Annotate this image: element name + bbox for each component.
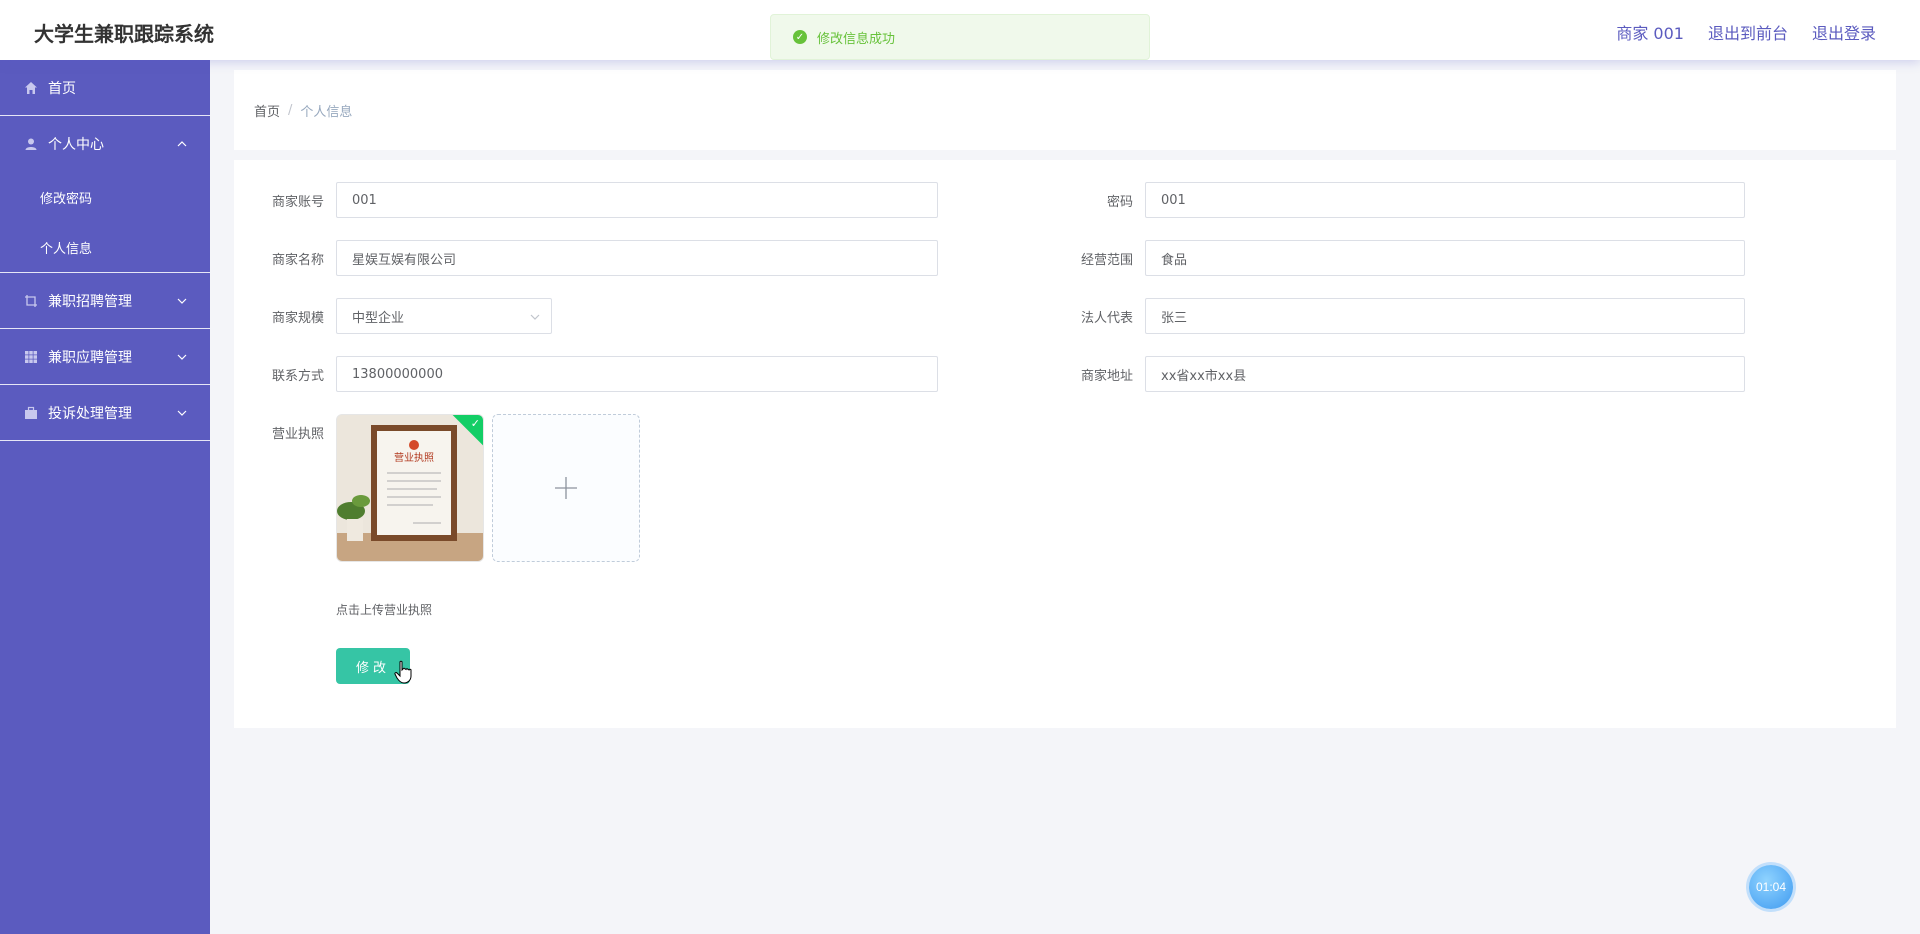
sidebar-item-label: 兼职招聘管理 xyxy=(48,293,132,310)
sidebar-item-label: 投诉处理管理 xyxy=(48,405,132,422)
scale-selected-value: 中型企业 xyxy=(352,310,405,326)
breadcrumb: 首页 / 个人信息 xyxy=(234,70,1896,150)
sidebar-item-label: 个人中心 xyxy=(48,137,104,153)
sidebar-item-label: 首页 xyxy=(48,80,76,97)
account-label: 商家账号 xyxy=(271,195,324,210)
sidebar-item-personal-center[interactable]: 个人中心 xyxy=(0,116,210,172)
merchant-user-link[interactable]: 商家 001 xyxy=(1616,20,1684,44)
chevron-down-icon xyxy=(177,410,187,416)
legal-label: 法人代表 xyxy=(1080,311,1133,326)
breadcrumb-home[interactable]: 首页 xyxy=(254,101,280,120)
success-check-icon: ✓ xyxy=(793,30,807,44)
password-input[interactable]: 001 xyxy=(1145,182,1745,218)
app-title: 大学生兼职跟踪系统 xyxy=(34,22,214,46)
sidebar-item-home[interactable]: 首页 xyxy=(0,60,210,116)
scope-label: 经营范围 xyxy=(1080,253,1133,268)
upload-tip: 点击上传营业执照 xyxy=(336,603,433,617)
license-image-thumbnail[interactable]: 营业执照 ✓ xyxy=(336,414,484,562)
scale-label: 商家规模 xyxy=(271,311,324,326)
license-photo: 营业执照 xyxy=(337,415,483,561)
user-icon xyxy=(24,137,38,151)
sidebar: 首页 个人中心 修改密码 个人信息 兼职招聘管理 兼职应聘管理 投诉处理管理 xyxy=(0,60,210,934)
home-icon xyxy=(24,81,38,95)
account-input[interactable]: 001 xyxy=(336,182,938,218)
plus-icon xyxy=(555,477,577,499)
address-label: 商家地址 xyxy=(1080,369,1133,384)
personal-info-form: 商家账号 001 密码 001 商家名称 星娱互娱有限公司 经营范围 食品 商家… xyxy=(234,160,1896,728)
breadcrumb-current: 个人信息 xyxy=(300,104,353,120)
upload-add-button[interactable] xyxy=(492,414,640,562)
logout-link[interactable]: 退出登录 xyxy=(1812,20,1876,44)
check-icon: ✓ xyxy=(470,418,480,430)
name-input[interactable]: 星娱互娱有限公司 xyxy=(336,240,938,276)
toast-message: 修改信息成功 xyxy=(817,31,896,47)
sidebar-item-apply-manage[interactable]: 兼职应聘管理 xyxy=(0,329,210,385)
chevron-up-icon xyxy=(177,141,187,147)
crop-icon xyxy=(24,294,38,308)
password-label: 密码 xyxy=(1106,195,1133,210)
sidebar-item-complaint-manage[interactable]: 投诉处理管理 xyxy=(0,385,210,441)
license-image-title: 营业执照 xyxy=(394,451,434,464)
chevron-down-icon xyxy=(177,298,187,304)
sidebar-item-personal-info[interactable]: 个人信息 xyxy=(0,222,210,272)
chevron-down-icon xyxy=(177,354,187,360)
sidebar-item-change-password[interactable]: 修改密码 xyxy=(0,172,210,222)
timer-badge[interactable]: 01:04 xyxy=(1749,865,1793,909)
scale-select[interactable]: 中型企业 xyxy=(336,298,552,334)
license-label: 营业执照 xyxy=(271,427,324,442)
address-input[interactable]: xx省xx市xx县 xyxy=(1145,356,1745,392)
success-toast: ✓ 修改信息成功 xyxy=(770,14,1150,60)
legal-input[interactable]: 张三 xyxy=(1145,298,1745,334)
contact-input[interactable]: 13800000000 xyxy=(336,356,938,392)
scope-input[interactable]: 食品 xyxy=(1145,240,1745,276)
back-to-frontend-link[interactable]: 退出到前台 xyxy=(1708,20,1788,44)
name-label: 商家名称 xyxy=(271,253,324,268)
header-links: 商家 001 退出到前台 退出登录 xyxy=(1616,20,1876,44)
contact-label: 联系方式 xyxy=(271,369,324,384)
breadcrumb-separator: / xyxy=(288,102,293,118)
briefcase-icon xyxy=(24,406,38,420)
personal-center-submenu: 修改密码 个人信息 xyxy=(0,172,210,273)
sidebar-item-recruit-manage[interactable]: 兼职招聘管理 xyxy=(0,273,210,329)
pointer-cursor-icon xyxy=(394,660,412,684)
sidebar-item-label: 兼职应聘管理 xyxy=(48,349,132,366)
grid-icon xyxy=(24,350,38,364)
chevron-down-icon xyxy=(530,314,540,320)
